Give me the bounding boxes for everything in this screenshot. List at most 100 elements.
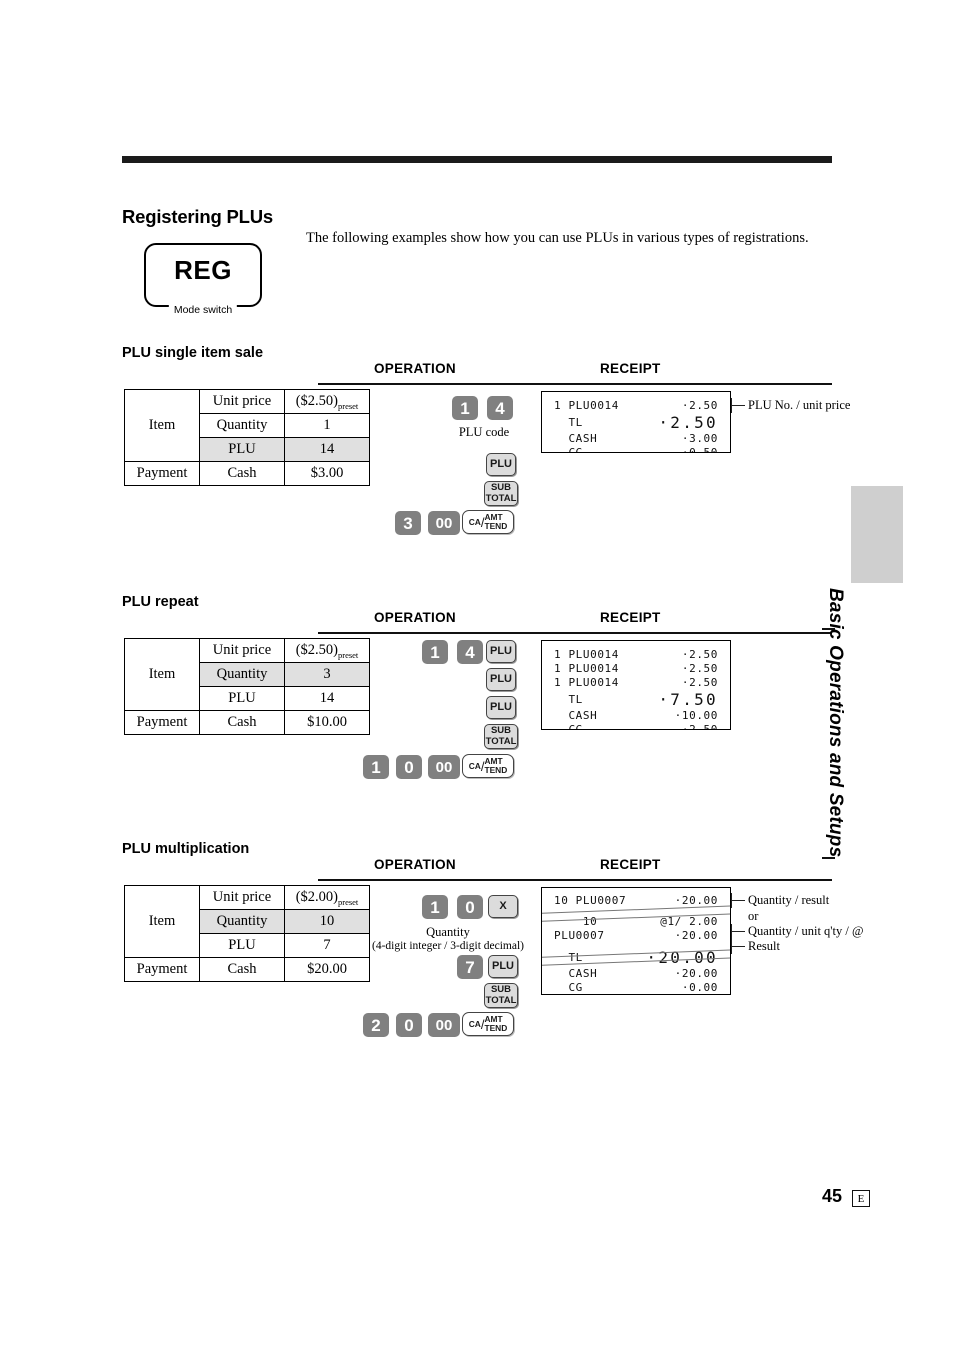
receipt-line-left: 10 (554, 915, 598, 928)
table-row: Payment Cash $10.00 (124, 710, 370, 735)
key-multiply[interactable]: X (488, 895, 518, 918)
key-00[interactable]: 00 (428, 511, 460, 535)
key-plu[interactable]: PLU (486, 668, 516, 691)
receipt-sample: 1 PLU0014 ·2.50 1 PLU0014 ·2.50 1 PLU0014 ·… (541, 640, 731, 730)
mode-switch-value: REG (174, 255, 232, 285)
header-rule (122, 156, 832, 163)
annotation-bracket (731, 939, 733, 954)
manual-page: Registering PLUs The following examples … (0, 0, 954, 1350)
annotation-plu-no-unit-price: PLU No. / unit price (748, 398, 851, 412)
sidebar-tab-block (851, 486, 903, 583)
receipt-line-total: TL ·7.50 (554, 690, 718, 709)
key-ca-label: CA (468, 1018, 481, 1029)
key-ca-label: CA (468, 760, 481, 771)
column-header-operation: OPERATION (374, 610, 456, 625)
receipt-line-left: 10 PLU0007 (554, 894, 627, 907)
key-3[interactable]: 3 (395, 511, 421, 535)
key-plu[interactable]: PLU (486, 453, 516, 476)
receipt-line: PLU0007 ·20.00 (554, 929, 718, 943)
key-2[interactable]: 2 (363, 1013, 389, 1037)
table-row: Item Unit price ($2.50)preset (124, 638, 370, 711)
field-name: Cash (199, 710, 285, 735)
page-number: 45 (821, 1186, 842, 1206)
key-1[interactable]: 1 (422, 640, 448, 664)
key-4[interactable]: 4 (487, 396, 513, 420)
field-value: 14 (284, 686, 370, 711)
receipt-line: 1 PLU0014 ·2.50 (554, 399, 718, 413)
receipt-line-right: ·20.00 (674, 929, 718, 942)
field-name: Quantity (199, 909, 285, 934)
receipt-line: CG ·2.50 (554, 723, 718, 729)
table-row: Item Unit price ($2.00)preset (124, 885, 370, 958)
annotation-quantity-unit-qty: Quantity / unit q'ty / @ (748, 924, 864, 938)
key-sub-total[interactable]: SUB TOTAL (484, 983, 518, 1008)
key-sub-total[interactable]: SUB TOTAL (484, 724, 518, 749)
receipt-line-left: CG (554, 446, 583, 453)
key-sub-total[interactable]: SUB TOTAL (484, 481, 518, 506)
annotation-bracket (731, 398, 733, 413)
key-line-1: SUB (490, 482, 512, 494)
key-0[interactable]: 0 (396, 755, 422, 779)
key-0[interactable]: 0 (457, 895, 483, 919)
section-title: PLU multiplication (122, 841, 250, 857)
row-label: Item (124, 885, 200, 958)
key-1[interactable]: 1 (363, 755, 389, 779)
annotation-quantity-result: Quantity / result (748, 893, 830, 907)
receipt-sample: 1 PLU0014 ·2.50 TL ·2.50 CASH ·3.00 CG ·0.50 (541, 391, 731, 453)
key-cash-amount-tender[interactable]: CA / AMT TEND (462, 1012, 514, 1036)
field-name: PLU (199, 686, 285, 711)
receipt-line-right: ·20.00 (674, 967, 718, 980)
field-name: PLU (199, 933, 285, 958)
key-1[interactable]: 1 (422, 895, 448, 919)
field-value: 1 (284, 413, 370, 438)
receipt-line-left: TL (554, 416, 583, 429)
mode-switch-caption: Mode switch (168, 304, 238, 316)
annotation-leader (731, 946, 745, 948)
key-1[interactable]: 1 (452, 396, 478, 420)
receipt-line-right: ·10.00 (674, 709, 718, 722)
key-plu[interactable]: PLU (488, 955, 518, 978)
key-cash-amount-tender[interactable]: CA / AMT TEND (462, 754, 514, 778)
receipt-line-right: ·0.50 (681, 446, 718, 453)
column-header-rule (318, 383, 832, 385)
receipt-line: 1 PLU0014 ·2.50 (554, 662, 718, 676)
column-header-receipt: RECEIPT (600, 610, 661, 625)
key-0[interactable]: 0 (396, 1013, 422, 1037)
receipt-line-right: ·3.00 (681, 432, 718, 445)
column-header-receipt: RECEIPT (600, 857, 661, 872)
mode-switch: REG Mode switch (144, 243, 262, 316)
field-value: 14 (284, 437, 370, 462)
key-plu[interactable]: PLU (486, 640, 516, 663)
key-caption-quantity-format: (4-digit integer / 3-digit decimal) (371, 940, 524, 952)
field-value: ($2.50)preset (284, 389, 370, 414)
key-00[interactable]: 00 (428, 755, 460, 779)
field-name: PLU (199, 437, 285, 462)
field-value: $3.00 (284, 461, 370, 486)
row-label: Payment (124, 710, 200, 735)
key-ca-label: CA (468, 516, 481, 527)
spec-table: Item Unit price ($2.50)preset Quantity 1… (124, 389, 370, 486)
receipt-line: CASH ·20.00 (554, 967, 718, 981)
key-00[interactable]: 00 (428, 1013, 460, 1037)
receipt-line-left: 1 PLU0014 (554, 399, 620, 412)
key-4[interactable]: 4 (457, 640, 483, 664)
key-7[interactable]: 7 (457, 955, 483, 979)
receipt-line-right: ·20.00 (674, 894, 718, 907)
receipt-line: CG ·0.50 (554, 446, 718, 453)
field-value: ($2.50)preset (284, 638, 370, 663)
field-name: Unit price (199, 389, 285, 414)
receipt-line-left: CASH (554, 709, 598, 722)
column-header-operation: OPERATION (374, 857, 456, 872)
key-cash-amount-tender[interactable]: CA / AMT TEND (462, 510, 514, 534)
table-row: Item Unit price ($2.50)preset (124, 389, 370, 462)
annotation-leader (731, 931, 745, 933)
table-row: Payment Cash $3.00 (124, 461, 370, 486)
field-name: Unit price (199, 885, 285, 910)
annotation-bracket (731, 924, 733, 939)
receipt-line-left: CG (554, 981, 583, 994)
receipt-line: 1 PLU0014 ·2.50 (554, 676, 718, 690)
row-label: Item (124, 389, 200, 462)
key-plu[interactable]: PLU (486, 696, 516, 719)
key-tend-label: TEND (484, 521, 508, 531)
field-value: $10.00 (284, 710, 370, 735)
